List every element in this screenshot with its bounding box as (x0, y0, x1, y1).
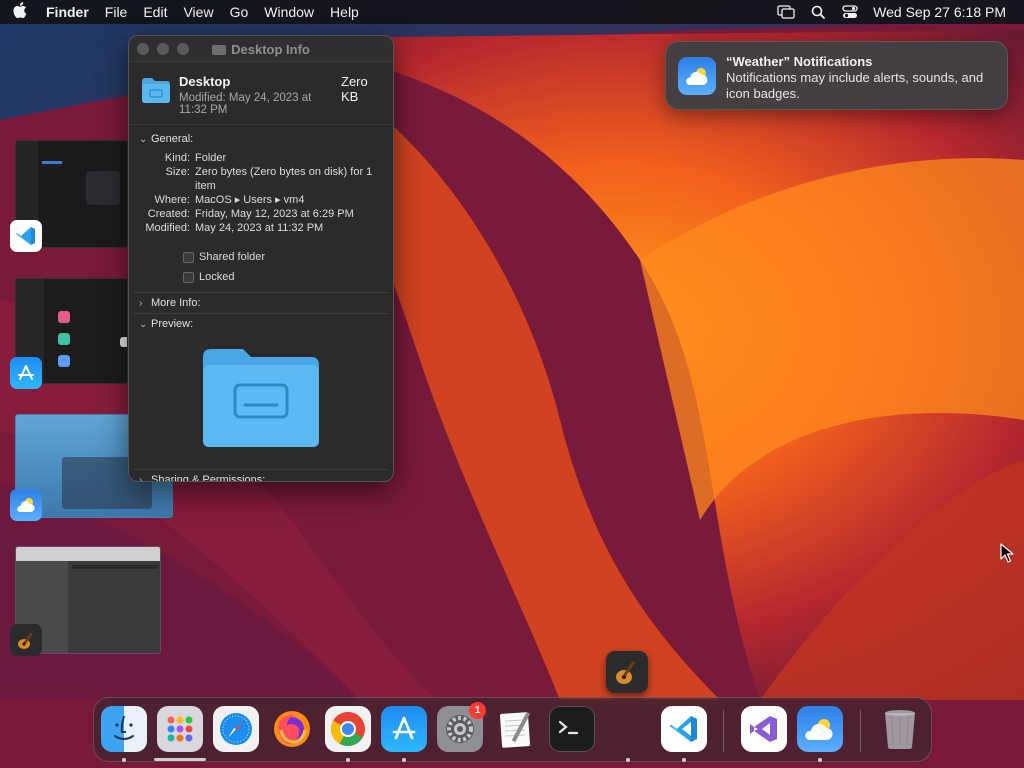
checkbox-icon (183, 271, 194, 283)
chevron-down-icon: ⌄ (139, 133, 148, 145)
visual-studio-icon (750, 716, 777, 742)
launchpad-icon (167, 716, 193, 742)
preview-section-toggle[interactable]: ⌄ Preview: (129, 314, 393, 334)
dock-separator (723, 710, 724, 752)
running-indicator (346, 758, 350, 762)
more-info-section-toggle[interactable]: › More Info: (129, 293, 393, 313)
info-header: Desktop Modified: May 24, 2023 at 11:32 … (129, 62, 393, 125)
screen-mirroring-icon[interactable] (777, 5, 795, 19)
dock-app-store[interactable] (381, 706, 427, 752)
app-store-icon (392, 716, 416, 740)
search-icon[interactable] (809, 5, 827, 19)
locked-checkbox[interactable]: Locked (129, 267, 393, 287)
dock-safari[interactable] (213, 706, 259, 752)
item-name: Desktop (179, 74, 231, 89)
created-row: Created: Friday, May 12, 2023 at 6:29 PM (147, 208, 354, 220)
menu-edit[interactable]: Edit (135, 0, 175, 24)
terminal-icon (558, 720, 579, 735)
vscode-app-icon[interactable] (10, 220, 42, 252)
chevron-down-icon: ⌄ (139, 318, 148, 330)
notification-title: “Weather” Notifications (726, 54, 873, 69)
weather-icon (805, 719, 833, 740)
app-store-app-icon[interactable] (10, 357, 42, 389)
running-indicator (122, 758, 126, 762)
chevron-right-icon: › (139, 474, 143, 482)
dock-system-settings[interactable]: 1 (437, 702, 486, 752)
item-modified: Modified: May 24, 2023 at 11:32 PM (179, 92, 312, 116)
menu-finder[interactable]: Finder (40, 0, 97, 24)
running-indicator (402, 758, 406, 762)
size-row: Size: Zero bytes (Zero bytes on disk) for… (165, 166, 373, 192)
textedit-icon (499, 711, 531, 748)
vscode-icon (669, 716, 697, 742)
modified-row: Modified: May 24, 2023 at 11:32 PM (145, 222, 324, 234)
chrome-icon (331, 712, 365, 746)
menu-help[interactable]: Help (322, 0, 367, 24)
dock-chrome[interactable] (325, 706, 371, 752)
dock-launchpad[interactable] (157, 706, 203, 752)
menu-clock[interactable]: Wed Sep 27 6:18 PM (873, 4, 1006, 20)
shared-folder-checkbox[interactable]: Shared folder (129, 247, 393, 267)
chevron-right-icon: › (139, 297, 143, 309)
trash-icon (885, 710, 915, 749)
dock-separator (860, 710, 861, 752)
dock-visual-studio[interactable] (741, 706, 787, 752)
apple-menu-icon[interactable] (0, 2, 40, 22)
notification-body: Notifications may include alerts, sounds… (726, 70, 984, 101)
dock-textedit[interactable] (493, 706, 539, 752)
dock-vscode[interactable] (661, 706, 707, 752)
dock-terminal[interactable] (549, 706, 595, 752)
control-center-icon[interactable] (841, 5, 859, 19)
folder-icon (141, 76, 171, 104)
folder-preview-icon (201, 345, 321, 452)
checkbox-icon (183, 251, 194, 263)
firefox-icon (274, 711, 310, 747)
weather-app-icon[interactable] (10, 489, 42, 521)
menu-go[interactable]: Go (222, 0, 257, 24)
launchpad-highlight-bar (154, 758, 206, 761)
kind-row: Kind: Folder (164, 152, 227, 164)
menu-file[interactable]: File (97, 0, 136, 24)
weather-notification[interactable]: “Weather” Notifications Notifications ma… (665, 41, 1008, 110)
close-window-button[interactable] (137, 42, 149, 55)
dock-firefox[interactable] (269, 706, 315, 752)
minimize-window-button[interactable] (157, 42, 169, 55)
sharing-permissions-toggle[interactable]: › Sharing & Permissions: (129, 470, 393, 482)
dock-weather[interactable] (797, 706, 843, 752)
running-indicator (626, 758, 630, 762)
preview-area (129, 334, 393, 462)
dock-finder[interactable] (101, 706, 147, 752)
weather-icon (678, 57, 716, 95)
safari-icon (220, 713, 252, 745)
where-row: Where: MacOS ▸ Users ▸ vm4 (154, 194, 305, 206)
info-window-titlebar (129, 36, 393, 62)
menu-view[interactable]: View (175, 0, 221, 24)
finder-icon (114, 715, 134, 740)
dock: 1 (93, 697, 932, 762)
mouse-cursor-icon (1000, 543, 1014, 568)
garageband-drag-icon[interactable] (606, 651, 648, 693)
running-indicator (818, 758, 822, 762)
garageband-app-icon[interactable] (10, 624, 42, 656)
dock-trash[interactable] (877, 706, 923, 752)
zoom-window-button[interactable] (177, 42, 189, 55)
menu-window[interactable]: Window (256, 0, 322, 24)
general-section-toggle[interactable]: ⌄ General: (129, 129, 393, 149)
running-indicator (682, 758, 686, 762)
desktop-info-window: Desktop Info Desktop Modified: May 24, 2… (128, 35, 394, 482)
menu-bar: Finder File Edit View Go Window Help Wed… (0, 0, 1024, 24)
notification-badge: 1 (469, 702, 486, 719)
item-size: Zero KB (341, 74, 368, 104)
